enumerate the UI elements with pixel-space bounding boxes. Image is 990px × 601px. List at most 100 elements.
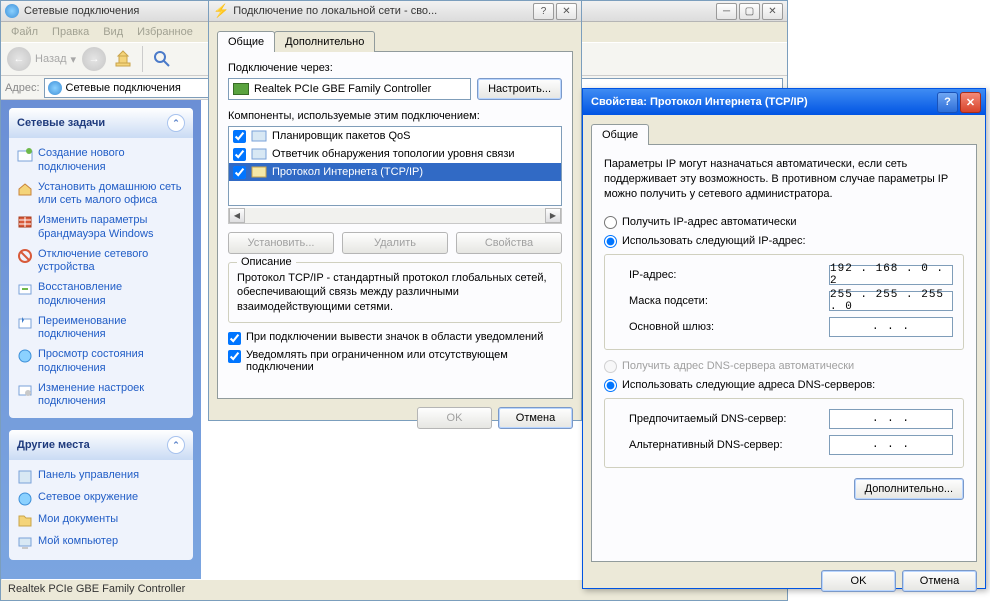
- service-icon: [251, 147, 267, 161]
- help-button[interactable]: ?: [533, 3, 554, 20]
- tcpip-description: Параметры IP могут назначаться автоматич…: [604, 157, 964, 202]
- task-settings[interactable]: Изменение настроек подключения: [13, 379, 189, 413]
- dns1-label: Предпочитаемый DNS-сервер:: [629, 413, 829, 425]
- globe-icon: [5, 4, 19, 18]
- bolt-icon: ⚡: [213, 3, 229, 19]
- place-documents[interactable]: Мои документы: [13, 510, 189, 532]
- advanced-button[interactable]: Дополнительно...: [854, 478, 964, 500]
- tray-checkbox[interactable]: [228, 332, 241, 345]
- auto-dns-radio: Получить адрес DNS-сервера автоматически: [604, 360, 964, 373]
- ip-input[interactable]: 192 . 168 . 0 . 2: [829, 265, 953, 285]
- install-button: Установить...: [228, 232, 334, 254]
- maximize-button[interactable]: ▢: [739, 3, 760, 20]
- scroll-right-icon[interactable]: ▶: [545, 208, 561, 223]
- place-computer[interactable]: Мой компьютер: [13, 532, 189, 554]
- description-text: Протокол TCP/IP - стандартный протокол г…: [237, 271, 553, 314]
- static-ip-radio[interactable]: Использовать следующий IP-адрес:: [604, 235, 964, 248]
- tray-icon-checkbox-row[interactable]: При подключении вывести значок в области…: [228, 331, 562, 345]
- other-places-header[interactable]: Другие места ⌃: [9, 430, 193, 460]
- mask-input[interactable]: 255 . 255 . 255 . 0: [829, 291, 953, 311]
- close-button[interactable]: ✕: [762, 3, 783, 20]
- chevron-up-icon: ⌃: [167, 114, 185, 132]
- auto-ip-radio[interactable]: Получить IP-адрес автоматически: [604, 216, 964, 229]
- component-qos[interactable]: Планировщик пакетов QoS: [229, 127, 561, 145]
- ok-button: OK: [417, 407, 492, 429]
- props-title: Подключение по локальной сети - сво...: [233, 5, 533, 17]
- adapter-name: Realtek PCIe GBE Family Controller: [254, 83, 431, 95]
- network-tasks-panel: Сетевые задачи ⌃ Создание нового подключ…: [9, 108, 193, 418]
- tcpip-titlebar[interactable]: Свойства: Протокол Интернета (TCP/IP) ? …: [583, 89, 985, 115]
- dns1-input[interactable]: . . .: [829, 409, 953, 429]
- props-tabs: Общие Дополнительно: [209, 22, 581, 51]
- address-label: Адрес:: [5, 82, 40, 94]
- cancel-button[interactable]: Отмена: [498, 407, 573, 429]
- task-repair[interactable]: Восстановление подключения: [13, 278, 189, 312]
- sidebar: Сетевые задачи ⌃ Создание нового подключ…: [1, 100, 201, 579]
- uninstall-button: Удалить: [342, 232, 448, 254]
- tab-advanced[interactable]: Дополнительно: [274, 31, 375, 52]
- component-tcpip[interactable]: Протокол Интернета (TCP/IP): [229, 163, 561, 181]
- menu-view[interactable]: Вид: [97, 24, 129, 40]
- adapter-box: Realtek PCIe GBE Family Controller: [228, 78, 471, 100]
- close-button[interactable]: ✕: [960, 92, 981, 113]
- address-value: Сетевые подключения: [66, 82, 181, 94]
- task-new-connection[interactable]: Создание нового подключения: [13, 144, 189, 178]
- lan-properties-window: ⚡ Подключение по локальной сети - сво...…: [208, 0, 582, 421]
- mask-label: Маска подсети:: [629, 295, 829, 307]
- task-disable[interactable]: Отключение сетевого устройства: [13, 245, 189, 279]
- task-firewall[interactable]: Изменить параметры брандмауэра Windows: [13, 211, 189, 245]
- menu-file[interactable]: Файл: [5, 24, 44, 40]
- ip-label: IP-адрес:: [629, 269, 829, 281]
- connect-via-label: Подключение через:: [228, 62, 562, 74]
- task-status[interactable]: Просмотр состояния подключения: [13, 345, 189, 379]
- ok-button[interactable]: OK: [821, 570, 896, 592]
- menu-favorites[interactable]: Избранное: [131, 24, 199, 40]
- nic-icon: [233, 83, 249, 95]
- notify-checkbox[interactable]: [228, 350, 241, 363]
- place-control-panel[interactable]: Панель управления: [13, 466, 189, 488]
- h-scrollbar[interactable]: ◀▶: [228, 208, 562, 224]
- configure-button[interactable]: Настроить...: [477, 78, 562, 100]
- back-button[interactable]: ← Назад ▾: [7, 47, 76, 71]
- properties-button: Свойства: [456, 232, 562, 254]
- tab-general[interactable]: Общие: [591, 124, 649, 145]
- minimize-button[interactable]: ─: [716, 3, 737, 20]
- up-button[interactable]: [112, 48, 134, 70]
- forward-button[interactable]: →: [82, 47, 106, 71]
- service-icon: [251, 129, 267, 143]
- props-titlebar[interactable]: ⚡ Подключение по локальной сети - сво...…: [209, 1, 581, 22]
- back-icon: ←: [7, 47, 31, 71]
- gateway-input[interactable]: . . .: [829, 317, 953, 337]
- ip-fieldset: IP-адрес:192 . 168 . 0 . 2 Маска подсети…: [604, 254, 964, 350]
- tcpip-tabpane: Параметры IP могут назначаться автоматич…: [591, 144, 977, 562]
- close-button[interactable]: ✕: [556, 3, 577, 20]
- dns2-label: Альтернативный DNS-сервер:: [629, 439, 829, 451]
- chevron-up-icon: ⌃: [167, 436, 185, 454]
- dns-fieldset: Предпочитаемый DNS-сервер: . . . Альтерн…: [604, 398, 964, 468]
- task-home-network[interactable]: Установить домашнюю сеть или сеть малого…: [13, 178, 189, 212]
- tcpip-properties-window: Свойства: Протокол Интернета (TCP/IP) ? …: [582, 88, 986, 589]
- tcpip-title: Свойства: Протокол Интернета (TCP/IP): [587, 96, 937, 108]
- other-places-panel: Другие места ⌃ Панель управления Сетевое…: [9, 430, 193, 560]
- components-label: Компоненты, используемые этим подключени…: [228, 110, 562, 122]
- dns2-input[interactable]: . . .: [829, 435, 953, 455]
- menu-edit[interactable]: Правка: [46, 24, 95, 40]
- place-network[interactable]: Сетевое окружение: [13, 488, 189, 510]
- props-tabpane: Подключение через: Realtek PCIe GBE Fami…: [217, 51, 573, 399]
- description-fieldset: Описание Протокол TCP/IP - стандартный п…: [228, 262, 562, 323]
- task-rename[interactable]: Переименование подключения: [13, 312, 189, 346]
- globe-icon: [48, 81, 62, 95]
- static-dns-radio[interactable]: Использовать следующие адреса DNS-сервер…: [604, 379, 964, 392]
- description-legend: Описание: [237, 256, 296, 268]
- gateway-label: Основной шлюз:: [629, 321, 829, 333]
- cancel-button[interactable]: Отмена: [902, 570, 977, 592]
- notify-checkbox-row[interactable]: Уведомлять при ограниченном или отсутств…: [228, 349, 562, 373]
- tab-general[interactable]: Общие: [217, 31, 275, 52]
- help-button[interactable]: ?: [937, 92, 958, 113]
- network-tasks-header[interactable]: Сетевые задачи ⌃: [9, 108, 193, 138]
- search-button[interactable]: [151, 48, 173, 70]
- protocol-icon: [251, 165, 267, 179]
- components-list[interactable]: Планировщик пакетов QoS Ответчик обнаруж…: [228, 126, 562, 206]
- component-lltd[interactable]: Ответчик обнаружения топологии уровня св…: [229, 145, 561, 163]
- scroll-left-icon[interactable]: ◀: [229, 208, 245, 223]
